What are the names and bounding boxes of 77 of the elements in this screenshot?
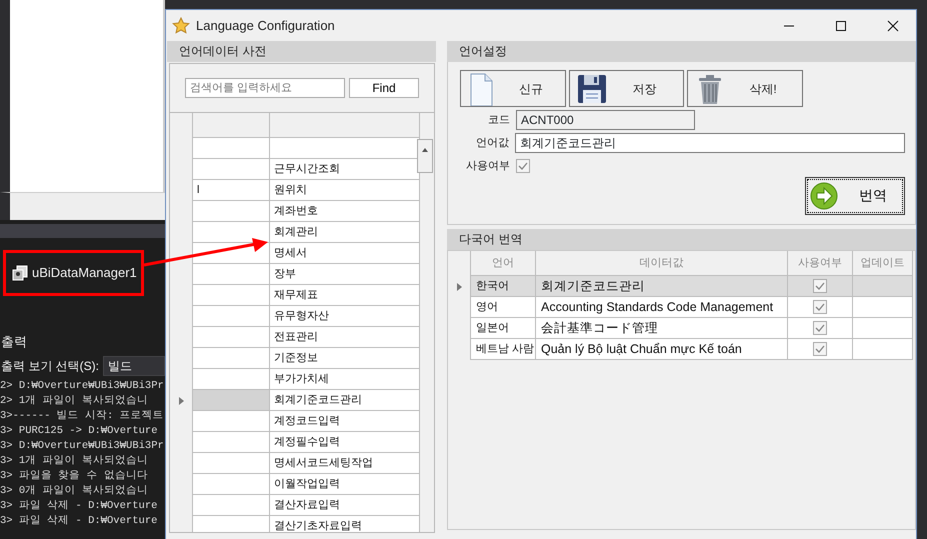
output-panel-title: 출력 [1,333,28,351]
output-source-label: 출력 보기 선택(S): [1,358,99,374]
output-log-line: 3> D:₩Overture₩UBi3₩UBi3Pr [0,438,165,454]
output-log-line: 2> 1개 파일이 복사되었습니 [0,394,149,408]
field-label: 언어값 [475,136,510,151]
table-cell: 한국어 [471,276,536,297]
checkbox[interactable] [813,342,827,356]
table-cell: 근무시간조회 [270,159,420,180]
table-cell: 장부 [270,264,420,285]
table-cell: 유무형자산 [270,306,420,327]
output-log-line: 3> 파일 삭제 - D:₩Overture [0,514,158,528]
table-cell: 이월작업입력 [270,474,420,495]
output-log-line: 3> PURC125 -> D:₩Overture [0,424,159,438]
check-icon [815,323,825,333]
table-cell: 부가가치세 [270,369,420,390]
table-cell: Quản lý Bộ luật Chuẩn mực Kế toán [536,339,788,360]
component-label[interactable]: uBiDataManager1 [32,263,137,283]
table-cell: 회계관리 [270,222,420,243]
checkbox[interactable] [516,159,530,174]
table-cell: 베트남 사람 [471,339,536,360]
column-header: 언어 [471,251,536,276]
output-log-line: 3> 파일을 찾을 수 없습니다 [0,468,149,484]
arrow-right-icon [810,182,838,210]
table-cell: l [193,180,270,201]
code-field[interactable]: ACNT000 [516,110,695,130]
column-header: 데이터값 [536,251,788,276]
table-cell: 원위치 [270,180,420,201]
table-cell: 회계기준코드관리 [536,276,788,297]
search-field[interactable]: 검색어를 입력하세요 [185,78,345,98]
table-cell: 결산자료입력 [270,495,420,516]
checkbox[interactable] [813,300,827,314]
check-icon [815,281,825,291]
find-button[interactable]: Find [349,78,419,98]
component-icon [12,265,28,281]
window-title: Language Configuration [196,16,335,35]
output-log-line: 3>------ 빌드 시작: 프로젝트 [0,408,165,424]
check-icon [815,302,825,312]
star-icon [172,16,190,34]
delete-button[interactable]: 삭제! [687,70,803,107]
check-icon [815,344,825,354]
row-indicator-icon [457,282,462,290]
scroll-bar[interactable] [417,139,433,173]
checkbox[interactable] [813,321,827,335]
output-log-line: 3> 0개 파일이 복사되었습니 [0,484,149,498]
field-label: 사용여부 [465,159,510,174]
table-cell: Accounting Standards Code Management [536,297,788,318]
output-source-dropdown[interactable]: 빌드 [103,356,165,376]
table-cell: 영어 [471,297,536,318]
table-cell: 명세서코드세팅작업 [270,453,420,474]
panel-header: 다국어 번역 [447,229,916,250]
table-cell: 회계기준코드관리 [270,390,420,411]
table-cell: 결산기초자료입력 [270,516,420,532]
language-value-field[interactable]: 회계기준코드관리 [515,133,905,153]
maximize-icon [835,20,847,32]
table-cell: 일본어 [471,318,536,339]
table-cell: 계정코드입력 [270,411,420,432]
translate-button[interactable]: 번역 [805,176,905,214]
save-button[interactable]: 저장 [569,70,684,107]
panel-header: 언어설정 [447,41,916,62]
check-icon [518,161,528,172]
table-cell: 재무제표 [270,285,420,306]
checkbox[interactable] [813,279,827,293]
panel-header: 언어데이터 사전 [167,41,436,62]
output-log-line: 3> 1개 파일이 복사되었습니 [0,454,149,468]
column-header: 업데이트 [853,251,913,276]
output-log-line: 3> 파일 삭제 - D:₩Overture [0,498,158,514]
table-cell: 전표관리 [270,327,420,348]
close-icon [887,20,899,32]
table-cell: 会計基準コード管理 [536,318,788,339]
table-cell: 기준정보 [270,348,420,369]
new-button[interactable]: 신규 [460,70,566,107]
table-cell: 명세서 [270,243,420,264]
table-cell: 계좌번호 [270,201,420,222]
table-cell: 계정필수입력 [270,432,420,453]
field-label: 코드 [487,112,510,128]
column-header: 사용여부 [788,251,853,276]
output-log-line: 2> D:₩Overture₩UBi3₩UBi3Pr [0,378,165,394]
